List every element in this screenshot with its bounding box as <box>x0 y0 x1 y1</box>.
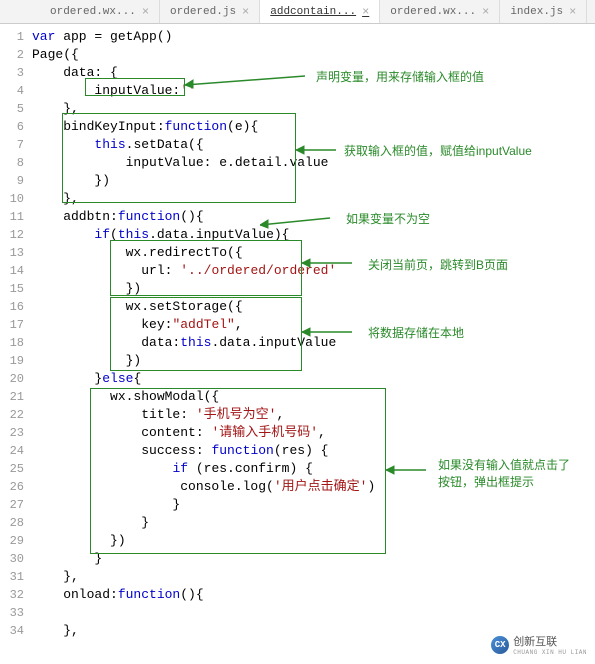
watermark: CX 创新互联 CHUANG XIN HU LIAN <box>491 633 587 656</box>
line-number: 30 <box>0 550 32 568</box>
code-line[interactable]: } <box>32 550 595 568</box>
line-number: 12 <box>0 226 32 244</box>
anno-text-modal-line2: 按钮，弹出框提示 <box>438 473 570 490</box>
line-number: 6 <box>0 118 32 136</box>
arrow-icon <box>386 460 436 480</box>
close-icon[interactable]: × <box>362 5 369 19</box>
code-line[interactable]: bindKeyInput:function(e){ <box>32 118 595 136</box>
line-number: 21 <box>0 388 32 406</box>
code-editor[interactable]: 1234567891011121314151617181920212223242… <box>0 24 595 640</box>
code-line[interactable]: }, <box>32 100 595 118</box>
code-line[interactable]: }, <box>32 190 595 208</box>
line-number: 16 <box>0 298 32 316</box>
arrow-icon <box>302 253 362 273</box>
line-number: 15 <box>0 280 32 298</box>
line-number: 4 <box>0 82 32 100</box>
line-number: 20 <box>0 370 32 388</box>
code-line[interactable]: } <box>32 514 595 532</box>
line-number: 3 <box>0 64 32 82</box>
code-line[interactable]: onload:function(){ <box>32 586 595 604</box>
line-number: 2 <box>0 46 32 64</box>
line-number: 11 <box>0 208 32 226</box>
code-line[interactable]: }) <box>32 280 595 298</box>
anno-text-storage: 将数据存储在本地 <box>368 324 464 341</box>
tab-ordered-wx-2[interactable]: ordered.wx...× <box>380 0 500 23</box>
code-line[interactable]: } <box>32 496 595 514</box>
line-number: 10 <box>0 190 32 208</box>
tab-index-js[interactable]: index.js× <box>500 0 587 23</box>
arrow-icon <box>185 70 315 90</box>
code-line[interactable]: }else{ <box>32 370 595 388</box>
line-number: 19 <box>0 352 32 370</box>
code-line[interactable]: }, <box>32 568 595 586</box>
anno-text-notempty: 如果变量不为空 <box>346 210 430 227</box>
code-line[interactable]: var app = getApp() <box>32 28 595 46</box>
line-number: 27 <box>0 496 32 514</box>
close-icon[interactable]: × <box>242 5 249 19</box>
anno-text-declare: 声明变量，用来存储输入框的值 <box>316 68 484 85</box>
code-line[interactable]: }) <box>32 532 595 550</box>
line-number: 18 <box>0 334 32 352</box>
code-line[interactable]: content: '请输入手机号码', <box>32 424 595 442</box>
line-number: 34 <box>0 622 32 640</box>
logo-icon: CX <box>491 636 509 654</box>
line-number: 25 <box>0 460 32 478</box>
line-number: 8 <box>0 154 32 172</box>
anno-text-modal: 如果没有输入值就点击了 按钮，弹出框提示 <box>438 456 570 490</box>
line-number: 31 <box>0 568 32 586</box>
code-line[interactable]: }) <box>32 352 595 370</box>
watermark-brand: 创新互联 <box>513 633 587 649</box>
tab-ordered-js[interactable]: ordered.js× <box>160 0 260 23</box>
tab-ordered-wx-1[interactable]: ordered.wx...× <box>40 0 160 23</box>
arrow-icon <box>260 210 340 230</box>
anno-text-getvalue: 获取输入框的值，赋值给inputValue <box>344 142 532 159</box>
close-icon[interactable]: × <box>142 5 149 19</box>
code-line[interactable]: wx.setStorage({ <box>32 298 595 316</box>
line-number: 26 <box>0 478 32 496</box>
line-number: 13 <box>0 244 32 262</box>
line-number: 28 <box>0 514 32 532</box>
line-number: 22 <box>0 406 32 424</box>
line-number: 9 <box>0 172 32 190</box>
line-gutter: 1234567891011121314151617181920212223242… <box>0 24 32 640</box>
line-number: 24 <box>0 442 32 460</box>
code-line[interactable]: wx.showModal({ <box>32 388 595 406</box>
code-line[interactable]: title: '手机号为空', <box>32 406 595 424</box>
close-icon[interactable]: × <box>482 5 489 19</box>
tab-addcontain[interactable]: addcontain...× <box>260 0 380 23</box>
line-number: 7 <box>0 136 32 154</box>
line-number: 32 <box>0 586 32 604</box>
line-number: 29 <box>0 532 32 550</box>
code-line[interactable]: }) <box>32 172 595 190</box>
arrow-icon <box>302 322 362 342</box>
line-number: 1 <box>0 28 32 46</box>
arrow-icon <box>296 140 342 160</box>
line-number: 17 <box>0 316 32 334</box>
close-icon[interactable]: × <box>569 5 576 19</box>
anno-text-modal-line1: 如果没有输入值就点击了 <box>438 456 570 473</box>
line-number: 5 <box>0 100 32 118</box>
watermark-sub: CHUANG XIN HU LIAN <box>513 649 587 656</box>
anno-text-redirect: 关闭当前页，跳转到B页面 <box>368 256 508 273</box>
line-number: 23 <box>0 424 32 442</box>
line-number: 14 <box>0 262 32 280</box>
code-line[interactable]: Page({ <box>32 46 595 64</box>
tab-bar: ordered.wx...× ordered.js× addcontain...… <box>0 0 595 24</box>
line-number: 33 <box>0 604 32 622</box>
code-line[interactable] <box>32 604 595 622</box>
